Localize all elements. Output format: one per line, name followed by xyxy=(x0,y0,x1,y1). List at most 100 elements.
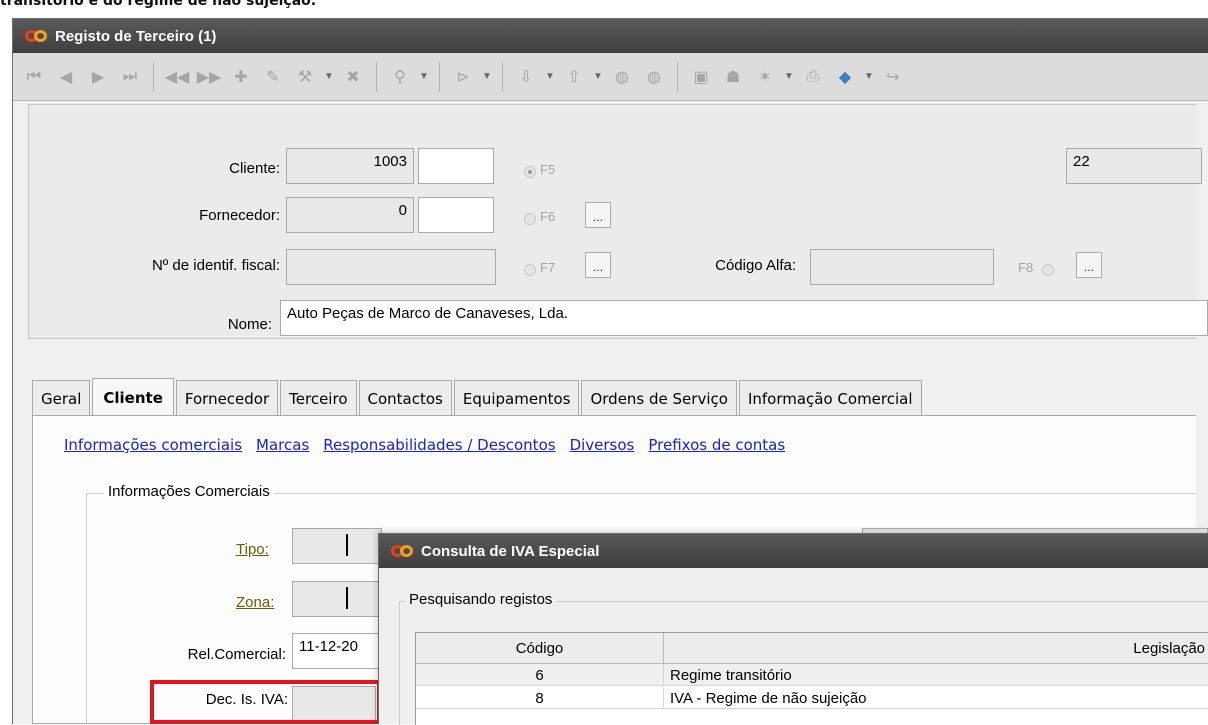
codigo-alfa-label: Código Alfa: xyxy=(715,257,796,274)
cell-legislacao: IVA - Regime de não sujeição xyxy=(664,687,1208,709)
subsection-links: Informações comerciais Marcas Responsabi… xyxy=(64,436,785,454)
codigo-alfa-radio[interactable] xyxy=(1042,264,1054,276)
cliente-label: Cliente: xyxy=(229,160,280,177)
tools-icon[interactable]: ⚒ xyxy=(292,64,318,90)
link-informacoes-comerciais[interactable]: Informações comerciais xyxy=(64,436,242,454)
window-titlebar: Registo de Terceiro (1) xyxy=(13,19,1208,53)
link-prefixos[interactable]: Prefixos de contas xyxy=(648,436,785,454)
tipo-field[interactable] xyxy=(292,528,382,564)
tab-ordens-servico[interactable]: Ordens de Serviço xyxy=(581,380,737,416)
codigo-alfa-field[interactable] xyxy=(810,249,994,285)
print-icon[interactable]: ⎙ xyxy=(800,64,826,90)
highlight-box xyxy=(150,680,381,724)
nif-field[interactable] xyxy=(286,249,496,285)
rewind-icon[interactable]: ◀◀ xyxy=(164,64,190,90)
tipo-caret xyxy=(346,534,348,556)
nome-label: Nome: xyxy=(227,316,272,333)
tipo-label[interactable]: Tipo: xyxy=(236,541,269,558)
window-title: Registo de Terceiro (1) xyxy=(55,27,217,45)
consulta-iva-dialog: Consulta de IVA Especial Pesquisando reg… xyxy=(378,533,1208,725)
fornecedor-lookup-button[interactable]: ... xyxy=(585,202,611,228)
cliente-radio[interactable] xyxy=(524,166,536,178)
toolbar: ⏮ ◀ ▶ ⏭ ◀◀ ▶▶ ✚ ✎ ⚒ ▼ ✖ ⚲ ▼ ⊳ ▼ ⇩ ▼ ⇧ ▼ ◍ ◍ ▣… xyxy=(13,53,1208,101)
nif-key-label: F7 xyxy=(540,260,556,275)
dropdown-arrow-icon[interactable]: ▼ xyxy=(545,71,555,82)
zona-caret xyxy=(346,587,348,609)
report-icon[interactable]: ◆ xyxy=(832,64,858,90)
cell-codigo: 8 xyxy=(416,687,664,709)
grid-header: Código Legislação xyxy=(416,633,1208,664)
codigo-alfa-key-label: F8 xyxy=(1018,260,1034,275)
globe2-icon[interactable]: ◍ xyxy=(641,64,667,90)
edit-record-icon[interactable]: ✎ xyxy=(260,64,286,90)
cliente-key-label: F5 xyxy=(540,162,556,177)
tab-informacao-comercial[interactable]: Informação Comercial xyxy=(738,380,922,416)
dropdown-arrow-icon[interactable]: ▼ xyxy=(864,71,874,82)
delete-icon[interactable]: ✖ xyxy=(340,64,366,90)
nif-radio[interactable] xyxy=(524,264,536,276)
column-header-codigo[interactable]: Código xyxy=(416,633,664,664)
dialog-titlebar: Consulta de IVA Especial xyxy=(379,534,1208,568)
tab-strip: Geral Cliente Fornecedor Terceiro Contac… xyxy=(32,378,924,416)
rel-comercial-label: Rel.Comercial: xyxy=(187,646,286,663)
tab-fornecedor[interactable]: Fornecedor xyxy=(175,380,279,416)
app-logo-icon xyxy=(391,544,415,558)
magic-icon[interactable]: ✶ xyxy=(752,64,778,90)
nome-field[interactable]: Auto Peças de Marco de Canaveses, Lda. xyxy=(280,300,1208,336)
fornecedor-radio[interactable] xyxy=(524,213,536,225)
link-diversos[interactable]: Diversos xyxy=(570,436,635,454)
informacoes-comerciais-title: Informações Comerciais xyxy=(104,483,274,500)
fornecedor-key-label: F6 xyxy=(540,209,556,224)
first-record-icon[interactable]: ⏮ xyxy=(21,64,47,90)
link-responsabilidades[interactable]: Responsabilidades / Descontos xyxy=(323,436,555,454)
link-marcas[interactable]: Marcas xyxy=(256,436,309,454)
filter-icon[interactable]: ⊳ xyxy=(450,64,476,90)
pesquisando-title: Pesquisando registos xyxy=(405,591,557,608)
export-icon[interactable]: ⇧ xyxy=(561,64,587,90)
rel-comercial-field[interactable]: 11-12-20 xyxy=(292,633,382,669)
dropdown-arrow-icon[interactable]: ▼ xyxy=(324,71,334,82)
forward-icon[interactable]: ▶▶ xyxy=(196,64,222,90)
tab-cliente[interactable]: Cliente xyxy=(92,378,174,416)
toolbar-separator xyxy=(153,61,154,92)
dropdown-arrow-icon[interactable]: ▼ xyxy=(593,71,603,82)
insert-record-icon[interactable]: ✚ xyxy=(228,64,254,90)
cliente-number-field[interactable]: 1003 xyxy=(286,148,414,184)
app-logo-icon xyxy=(25,29,49,43)
table-row[interactable]: 8 IVA - Regime de não sujeição xyxy=(416,687,1208,709)
fornecedor-extra-field[interactable] xyxy=(418,197,494,233)
previous-record-icon[interactable]: ◀ xyxy=(53,64,79,90)
toolbar-separator xyxy=(677,61,678,92)
dropdown-arrow-icon[interactable]: ▼ xyxy=(784,71,794,82)
codigo-alfa-lookup-button[interactable]: ... xyxy=(1076,252,1102,278)
tab-terceiro[interactable]: Terceiro xyxy=(280,380,357,416)
caption-text: transitório e do regime de não sujeição. xyxy=(0,0,317,9)
nif-lookup-button[interactable]: ... xyxy=(585,252,611,278)
import-icon[interactable]: ⇩ xyxy=(513,64,539,90)
zona-label[interactable]: Zona: xyxy=(236,594,274,611)
zona-field[interactable] xyxy=(292,581,382,617)
column-header-legislacao[interactable]: Legislação xyxy=(664,633,1208,664)
dialog-title: Consulta de IVA Especial xyxy=(421,542,600,560)
last-record-icon[interactable]: ⏭ xyxy=(117,64,143,90)
dropdown-arrow-icon[interactable]: ▼ xyxy=(482,71,492,82)
database-icon[interactable]: ☗ xyxy=(720,64,746,90)
fornecedor-number-field[interactable]: 0 xyxy=(286,197,414,233)
tab-contactos[interactable]: Contactos xyxy=(358,380,452,416)
search-icon[interactable]: ⚲ xyxy=(387,64,413,90)
exit-icon[interactable]: ↪ xyxy=(880,64,906,90)
top-right-field[interactable]: 22 xyxy=(1066,148,1202,184)
cell-legislacao: Regime transitório xyxy=(664,664,1208,686)
table-row[interactable]: 6 Regime transitório xyxy=(416,664,1208,686)
globe-icon[interactable]: ◍ xyxy=(609,64,635,90)
dropdown-arrow-icon[interactable]: ▼ xyxy=(419,71,429,82)
next-record-icon[interactable]: ▶ xyxy=(85,64,111,90)
image-icon[interactable]: ▣ xyxy=(688,64,714,90)
toolbar-separator xyxy=(439,61,440,92)
nif-label: Nº de identif. fiscal: xyxy=(151,257,280,274)
cell-codigo: 6 xyxy=(416,664,664,686)
tab-geral[interactable]: Geral xyxy=(32,380,91,416)
toolbar-separator xyxy=(502,61,503,92)
tab-equipamentos[interactable]: Equipamentos xyxy=(453,380,580,416)
cliente-extra-field[interactable] xyxy=(418,148,494,184)
